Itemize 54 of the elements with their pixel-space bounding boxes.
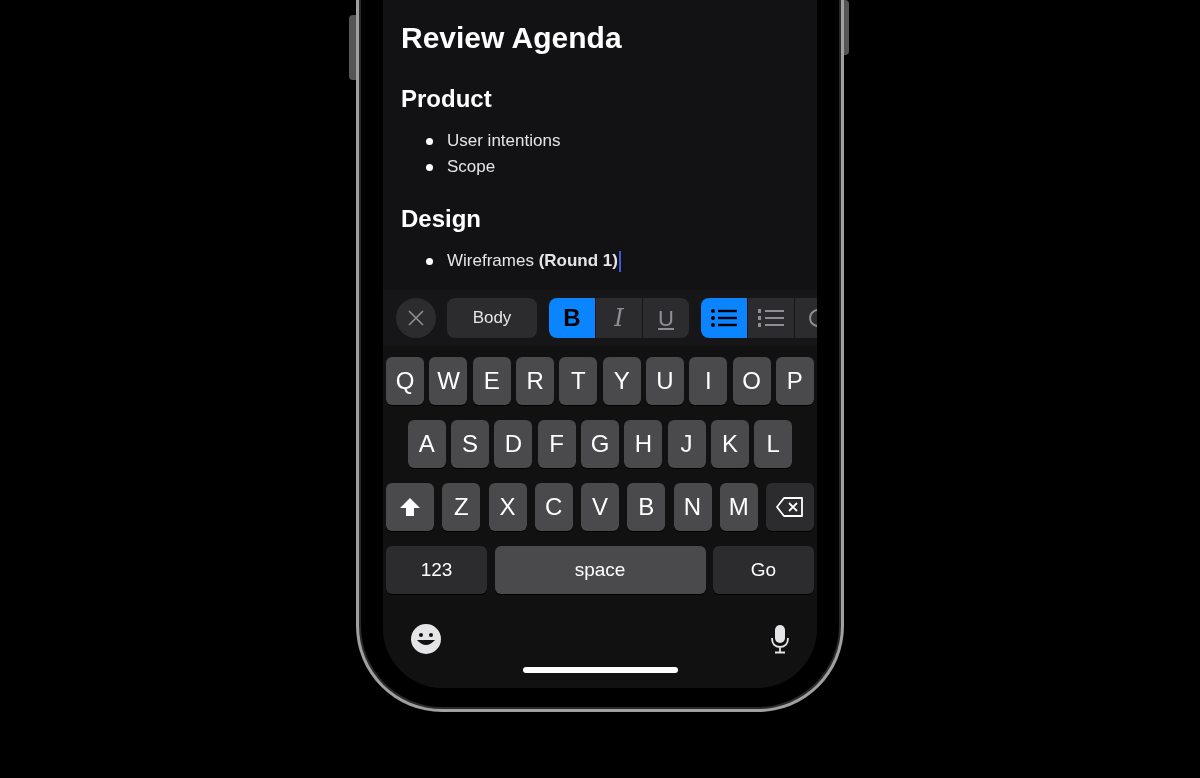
letter-key[interactable]: L [754,420,793,468]
letter-key[interactable]: J [667,420,706,468]
shift-arrow-icon [399,497,421,517]
close-button[interactable] [396,298,436,338]
letter-key[interactable]: T [559,357,598,405]
list-item-text: Scope [447,156,496,179]
letter-key[interactable]: R [516,357,555,405]
letter-key[interactable]: W [429,357,468,405]
letter-key[interactable]: P [775,357,814,405]
letter-key[interactable]: F [537,420,576,468]
letter-key[interactable]: B [627,483,666,531]
letter-key[interactable]: C [534,483,573,531]
numbers-key[interactable]: 123 [386,546,487,594]
section-heading: Design [401,204,482,234]
letter-key[interactable]: M [719,483,758,531]
go-key[interactable]: Go [713,546,814,594]
list-item-text: Wireframes (Round 1) [447,250,618,273]
letter-key[interactable]: G [581,420,619,468]
bold-button[interactable]: B [549,298,595,338]
letter-key[interactable]: V [581,483,619,531]
letter-key[interactable]: E [472,357,511,405]
letter-key[interactable]: O [732,357,771,405]
letter-key[interactable]: S [451,420,490,468]
emoji-icon[interactable] [410,623,442,655]
bullet-icon [426,257,433,265]
letter-key[interactable]: Y [602,357,641,405]
list-item-text: User intentions [447,130,561,153]
underline-button[interactable]: U [643,298,689,338]
space-key[interactable]: space [494,546,706,594]
close-icon [408,310,424,326]
bulleted-list-icon [711,309,737,327]
backspace-icon [776,497,804,517]
letter-key[interactable]: X [488,483,527,531]
numbered-list-button[interactable] [748,298,794,338]
letter-key[interactable]: Q [386,357,425,405]
note-title: Review Agenda [401,20,623,56]
letter-key[interactable]: U [645,357,684,405]
letter-key[interactable]: K [710,420,749,468]
letter-key[interactable]: A [407,420,446,468]
backspace-key[interactable] [766,483,814,531]
microphone-icon[interactable] [770,624,790,654]
letter-key[interactable]: H [624,420,663,468]
numbered-list-icon [758,309,784,327]
bullet-icon [426,163,433,171]
bullet-icon [426,137,433,145]
bulleted-list-button[interactable] [701,298,747,338]
letter-key[interactable]: I [689,357,728,405]
letter-key[interactable]: N [673,483,712,531]
italic-button[interactable]: I [596,298,642,338]
letter-key[interactable]: D [494,420,533,468]
section-heading: Product [401,84,493,114]
shift-key[interactable] [386,483,434,531]
style-button[interactable]: Body [447,298,537,338]
letter-key[interactable]: Z [442,483,481,531]
